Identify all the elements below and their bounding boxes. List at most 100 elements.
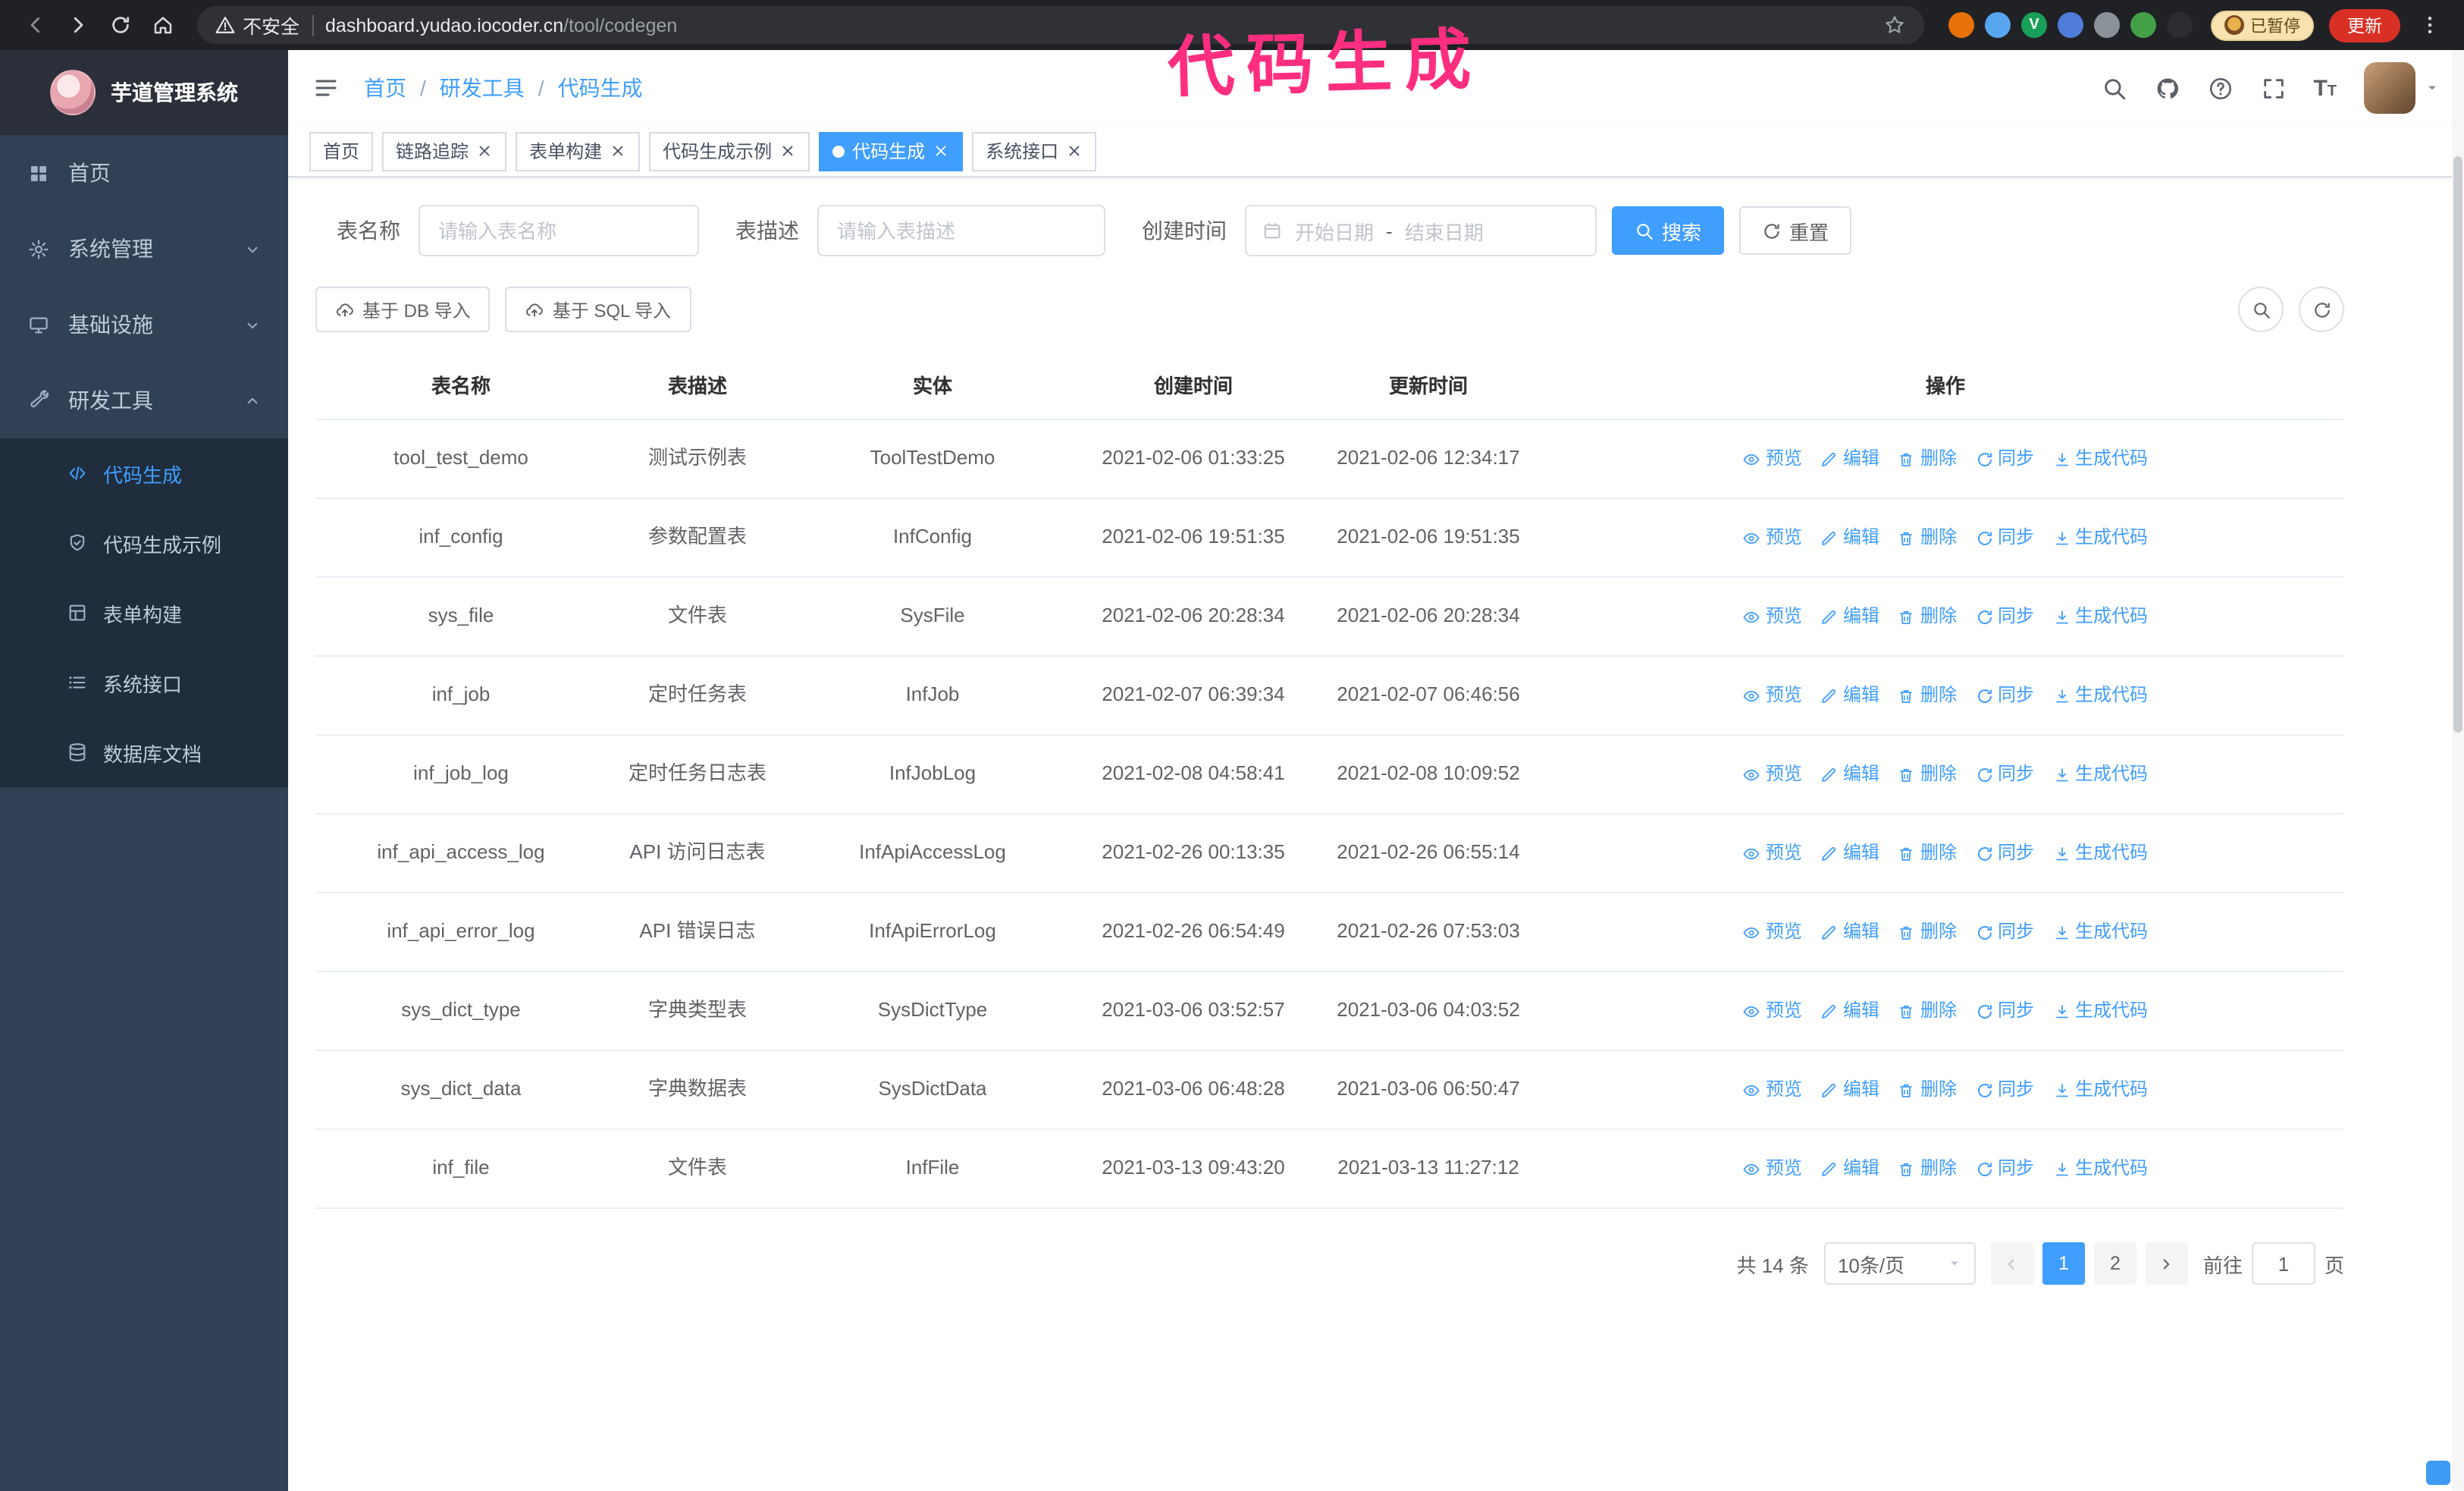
op-edit[interactable]: 编辑 [1820,1075,1879,1103]
op-generate-code[interactable]: 生成代码 [2052,523,2148,551]
op-delete[interactable]: 删除 [1898,760,1957,788]
op-delete[interactable]: 删除 [1898,523,1957,551]
view-tag[interactable]: 代码生成示例 [649,131,810,171]
op-edit[interactable]: 编辑 [1820,523,1879,551]
sidebar-subitem-db-doc[interactable]: 数据库文档 [0,717,288,787]
op-generate-code[interactable]: 生成代码 [2052,1154,2148,1182]
hamburger-icon[interactable] [312,74,340,102]
op-edit[interactable]: 编辑 [1820,602,1879,630]
op-edit[interactable]: 编辑 [1820,444,1879,472]
page-size-select[interactable]: 10条/页 [1823,1242,1976,1285]
close-icon[interactable] [1066,143,1083,159]
breadcrumb-item[interactable]: 研发工具 [440,73,525,103]
op-preview[interactable]: 预览 [1743,839,1802,867]
op-sync[interactable]: 同步 [1975,602,2034,630]
sidebar-subitem-system-api[interactable]: 系统接口 [0,648,288,717]
op-preview[interactable]: 预览 [1743,1154,1802,1182]
close-icon[interactable] [779,143,796,159]
app-logo[interactable]: 芋道管理系统 [0,50,288,135]
op-preview[interactable]: 预览 [1743,523,1802,551]
prev-page-button[interactable] [1990,1242,2033,1285]
op-delete[interactable]: 删除 [1898,444,1957,472]
sidebar-subitem-codegen[interactable]: 代码生成 [0,438,288,508]
not-secure-indicator[interactable]: 不安全 [215,11,299,39]
goto-page-input[interactable] [2251,1242,2315,1285]
scrollbar[interactable] [2452,50,2464,1491]
scrollbar-thumb[interactable] [2453,156,2462,733]
op-generate-code[interactable]: 生成代码 [2052,760,2148,788]
extension-people-icon[interactable] [2058,12,2083,38]
op-preview[interactable]: 预览 [1743,760,1802,788]
toggle-search-button[interactable] [2238,287,2284,332]
view-tag[interactable]: 首页 [309,131,374,171]
browser-menu-icon[interactable] [2409,5,2449,45]
op-edit[interactable]: 编辑 [1820,918,1879,946]
op-edit[interactable]: 编辑 [1820,1154,1879,1182]
op-sync[interactable]: 同步 [1975,997,2034,1025]
op-sync[interactable]: 同步 [1975,1075,2034,1103]
sidebar-subitem-codegen-example[interactable]: 代码生成示例 [0,508,288,578]
user-menu[interactable] [2364,62,2440,114]
view-tag[interactable]: 链路追踪 [382,131,507,171]
op-delete[interactable]: 删除 [1898,602,1957,630]
extension-drop-icon[interactable] [1985,12,2011,38]
corner-widget[interactable] [2426,1461,2450,1485]
extension-orange-icon[interactable] [1948,12,1974,38]
sidebar-item-home[interactable]: 首页 [0,135,288,211]
date-range-picker[interactable]: 开始日期 - 结束日期 [1245,205,1597,256]
table-name-input[interactable] [419,205,699,256]
view-tag[interactable]: 系统接口 [972,131,1097,171]
table-desc-input[interactable] [817,205,1105,256]
reset-button[interactable]: 重置 [1739,206,1852,255]
op-preview[interactable]: 预览 [1743,918,1802,946]
close-icon[interactable] [476,143,493,159]
close-icon[interactable] [933,143,949,159]
refresh-table-button[interactable] [2299,287,2344,332]
import-db-button[interactable]: 基于 DB 导入 [315,287,491,332]
sidebar-subitem-form-builder[interactable]: 表单构建 [0,578,288,648]
close-icon[interactable] [610,143,626,159]
reload-button[interactable] [100,5,140,45]
fullscreen-icon[interactable] [2260,75,2286,101]
sidebar-item-infra[interactable]: 基础设施 [0,287,288,363]
extension-gray-icon[interactable] [2094,12,2120,38]
extension-leaf-icon[interactable] [2130,12,2156,38]
op-generate-code[interactable]: 生成代码 [2052,602,2148,630]
op-sync[interactable]: 同步 [1975,523,2034,551]
op-sync[interactable]: 同步 [1975,681,2034,709]
op-generate-code[interactable]: 生成代码 [2052,444,2148,472]
browser-update-button[interactable]: 更新 [2329,8,2400,42]
view-tag[interactable]: 表单构建 [516,131,641,171]
op-delete[interactable]: 删除 [1898,1075,1957,1103]
op-generate-code[interactable]: 生成代码 [2052,839,2148,867]
op-generate-code[interactable]: 生成代码 [2052,681,2148,709]
op-preview[interactable]: 预览 [1743,444,1802,472]
back-button[interactable] [15,5,55,45]
op-sync[interactable]: 同步 [1975,444,2034,472]
op-sync[interactable]: 同步 [1975,760,2034,788]
next-page-button[interactable] [2145,1242,2188,1285]
bookmark-star-icon[interactable] [1883,14,1906,36]
op-preview[interactable]: 预览 [1743,602,1802,630]
home-button[interactable] [143,5,182,45]
address-bar[interactable]: 不安全 dashboard.yudao.iocoder.cn/tool/code… [197,6,1924,44]
op-delete[interactable]: 删除 [1898,997,1957,1025]
op-edit[interactable]: 编辑 [1820,760,1879,788]
op-edit[interactable]: 编辑 [1820,839,1879,867]
page-button[interactable]: 1 [2042,1242,2085,1285]
breadcrumb-item[interactable]: 首页 [364,73,406,103]
op-edit[interactable]: 编辑 [1820,681,1879,709]
help-icon[interactable] [2207,75,2233,101]
op-preview[interactable]: 预览 [1743,681,1802,709]
search-button[interactable]: 搜索 [1612,206,1725,255]
op-delete[interactable]: 删除 [1898,839,1957,867]
sidebar-item-devtools[interactable]: 研发工具 [0,363,288,438]
search-icon[interactable] [2101,75,2127,101]
view-tag[interactable]: 代码生成 [819,131,964,171]
op-delete[interactable]: 删除 [1898,681,1957,709]
op-preview[interactable]: 预览 [1743,1075,1802,1103]
op-generate-code[interactable]: 生成代码 [2052,918,2148,946]
op-sync[interactable]: 同步 [1975,918,2034,946]
tampermonkey-paused-badge[interactable]: 已暂停 [2211,10,2314,40]
sidebar-item-system[interactable]: 系统管理 [0,211,288,287]
